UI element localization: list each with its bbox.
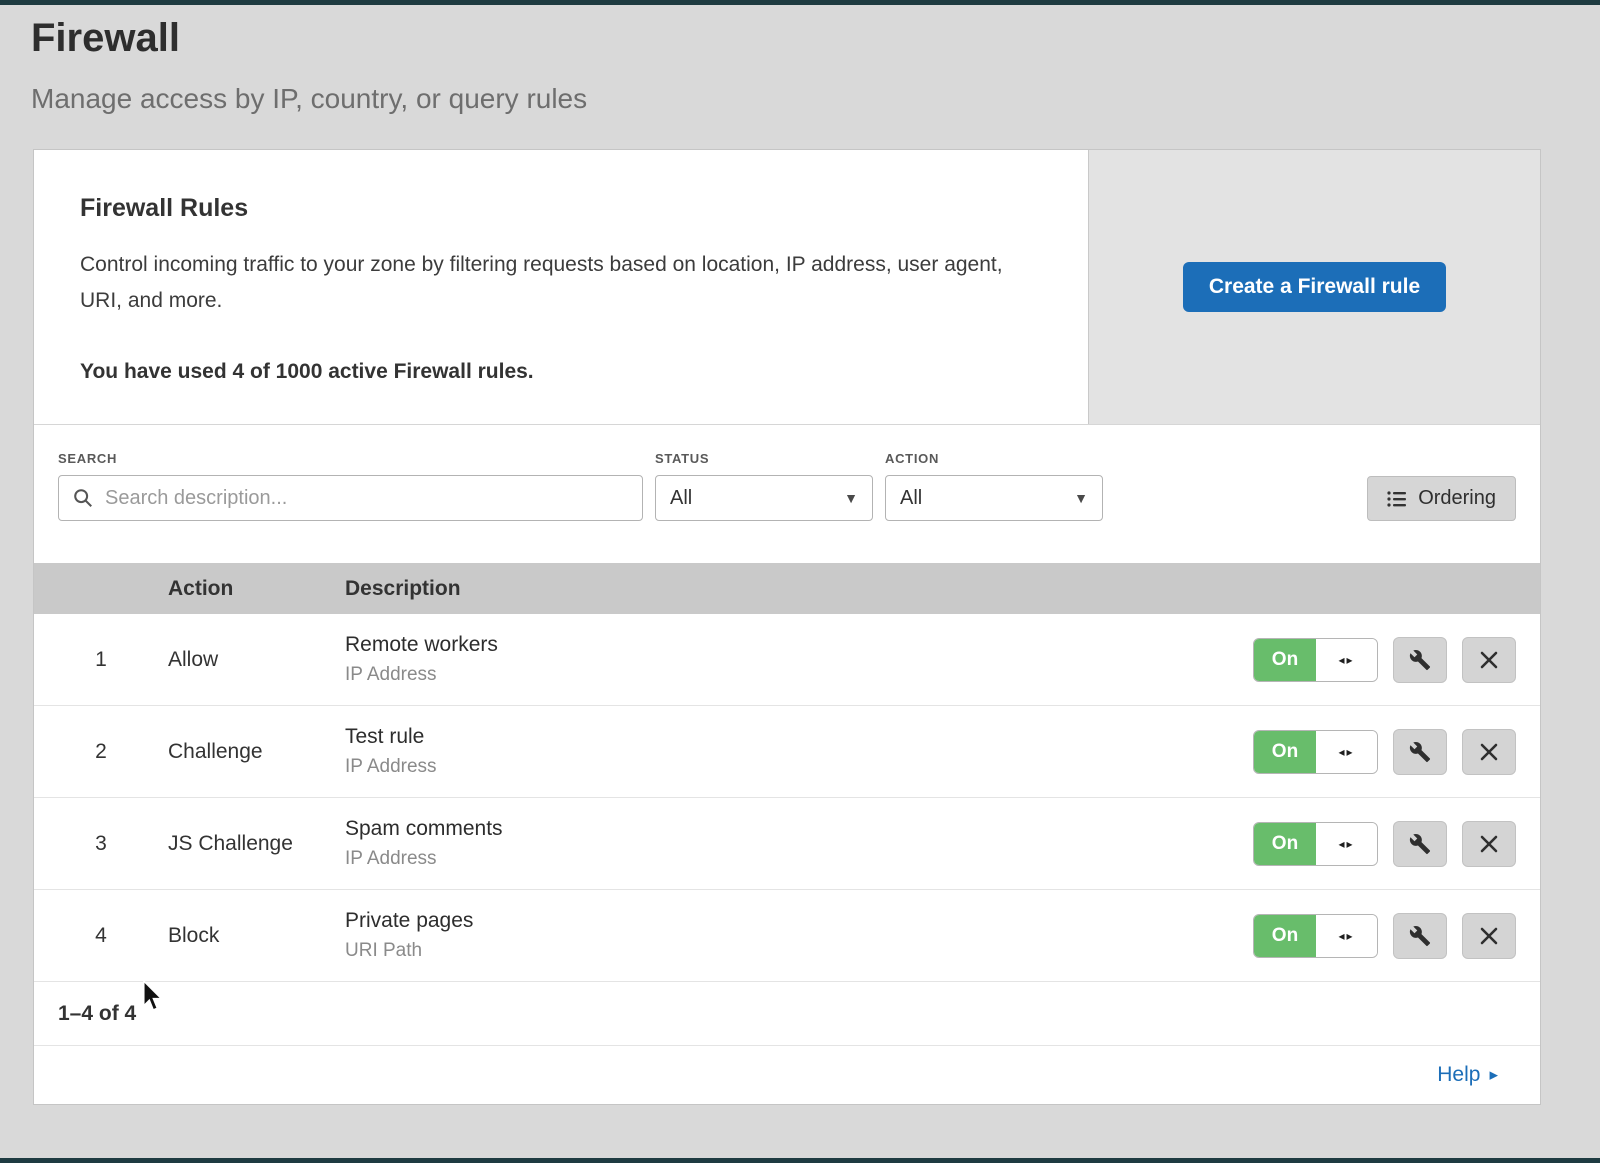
column-action: Action [168,577,345,601]
action-select[interactable]: All ▼ [885,475,1103,521]
ordering-button[interactable]: Ordering [1367,476,1516,521]
close-icon [1480,927,1498,945]
table-row: 2 Challenge Test rule IP Address On ◂▸ [34,706,1540,798]
chevron-down-icon: ▼ [844,490,858,506]
toggle-arrows-icon: ◂▸ [1316,915,1377,957]
delete-rule-button[interactable] [1462,637,1516,683]
page-subtitle: Manage access by IP, country, or query r… [31,83,1600,115]
intro-text-panel: Firewall Rules Control incoming traffic … [34,150,1088,424]
search-input[interactable] [58,475,643,521]
toggle-arrows-icon: ◂▸ [1316,823,1377,865]
search-label: SEARCH [58,451,643,466]
window-top-border [0,0,1600,5]
close-icon [1480,835,1498,853]
close-icon [1480,743,1498,761]
edit-rule-button[interactable] [1393,821,1447,867]
chevron-right-icon: ▸ [1489,1065,1498,1085]
table-header: Action Description [34,563,1540,614]
usage-summary: You have used 4 of 1000 active Firewall … [80,360,1028,384]
rule-field-type: URI Path [345,940,1253,962]
action-label: ACTION [885,451,1103,466]
rule-description: Remote workers [345,633,1253,657]
chevron-down-icon: ▼ [1074,490,1088,506]
intro-action-panel: Create a Firewall rule [1088,150,1540,424]
help-link-label: Help [1437,1063,1480,1087]
toggle-on-label: On [1254,823,1316,865]
rule-field-type: IP Address [345,848,1253,870]
delete-rule-button[interactable] [1462,913,1516,959]
table-row: 4 Block Private pages URI Path On ◂▸ [34,890,1540,982]
pagination: 1–4 of 4 [34,982,1540,1046]
rule-action: Challenge [168,740,345,764]
toggle-on-label: On [1254,731,1316,773]
delete-rule-button[interactable] [1462,729,1516,775]
search-filter: SEARCH [58,451,643,521]
rule-enabled-toggle[interactable]: On ◂▸ [1253,822,1378,866]
rule-description: Private pages [345,909,1253,933]
ordered-list-icon [1387,490,1407,508]
toggle-arrows-icon: ◂▸ [1316,639,1377,681]
rule-number: 4 [34,924,168,948]
create-firewall-rule-button[interactable]: Create a Firewall rule [1183,262,1446,312]
delete-rule-button[interactable] [1462,821,1516,867]
rule-enabled-toggle[interactable]: On ◂▸ [1253,730,1378,774]
status-label: STATUS [655,451,873,466]
rule-number: 1 [34,648,168,672]
toggle-on-label: On [1254,639,1316,681]
page-header: Firewall Manage access by IP, country, o… [0,0,1600,115]
rule-field-type: IP Address [345,756,1253,778]
column-description: Description [345,577,1540,601]
wrench-icon [1409,741,1431,763]
close-icon [1480,651,1498,669]
action-filter: ACTION All ▼ [885,451,1103,521]
intro-section: Firewall Rules Control incoming traffic … [34,150,1540,425]
status-select-value: All [670,487,692,510]
rule-enabled-toggle[interactable]: On ◂▸ [1253,638,1378,682]
card-footer: Help ▸ [34,1046,1540,1104]
firewall-rules-card: Firewall Rules Control incoming traffic … [33,149,1541,1105]
rule-enabled-toggle[interactable]: On ◂▸ [1253,914,1378,958]
rule-number: 2 [34,740,168,764]
wrench-icon [1409,925,1431,947]
rule-field-type: IP Address [345,664,1253,686]
rule-action: JS Challenge [168,832,345,856]
rule-description: Test rule [345,725,1253,749]
section-heading: Firewall Rules [80,194,1028,223]
help-link[interactable]: Help ▸ [1437,1063,1498,1087]
toggle-on-label: On [1254,915,1316,957]
rule-number: 3 [34,832,168,856]
wrench-icon [1409,833,1431,855]
ordering-button-label: Ordering [1418,487,1496,510]
window-bottom-border [0,1158,1600,1163]
edit-rule-button[interactable] [1393,637,1447,683]
table-row: 1 Allow Remote workers IP Address On ◂▸ [34,614,1540,706]
status-select[interactable]: All ▼ [655,475,873,521]
filters-bar: SEARCH STATUS All ▼ ACTION All ▼ [34,425,1540,563]
toggle-arrows-icon: ◂▸ [1316,731,1377,773]
edit-rule-button[interactable] [1393,729,1447,775]
action-select-value: All [900,487,922,510]
rule-description: Spam comments [345,817,1253,841]
page-title: Firewall [31,16,1600,61]
search-icon [72,487,94,509]
rule-action: Block [168,924,345,948]
section-description: Control incoming traffic to your zone by… [80,247,1028,318]
status-filter: STATUS All ▼ [655,451,873,521]
edit-rule-button[interactable] [1393,913,1447,959]
table-row: 3 JS Challenge Spam comments IP Address … [34,798,1540,890]
rule-action: Allow [168,648,345,672]
wrench-icon [1409,649,1431,671]
